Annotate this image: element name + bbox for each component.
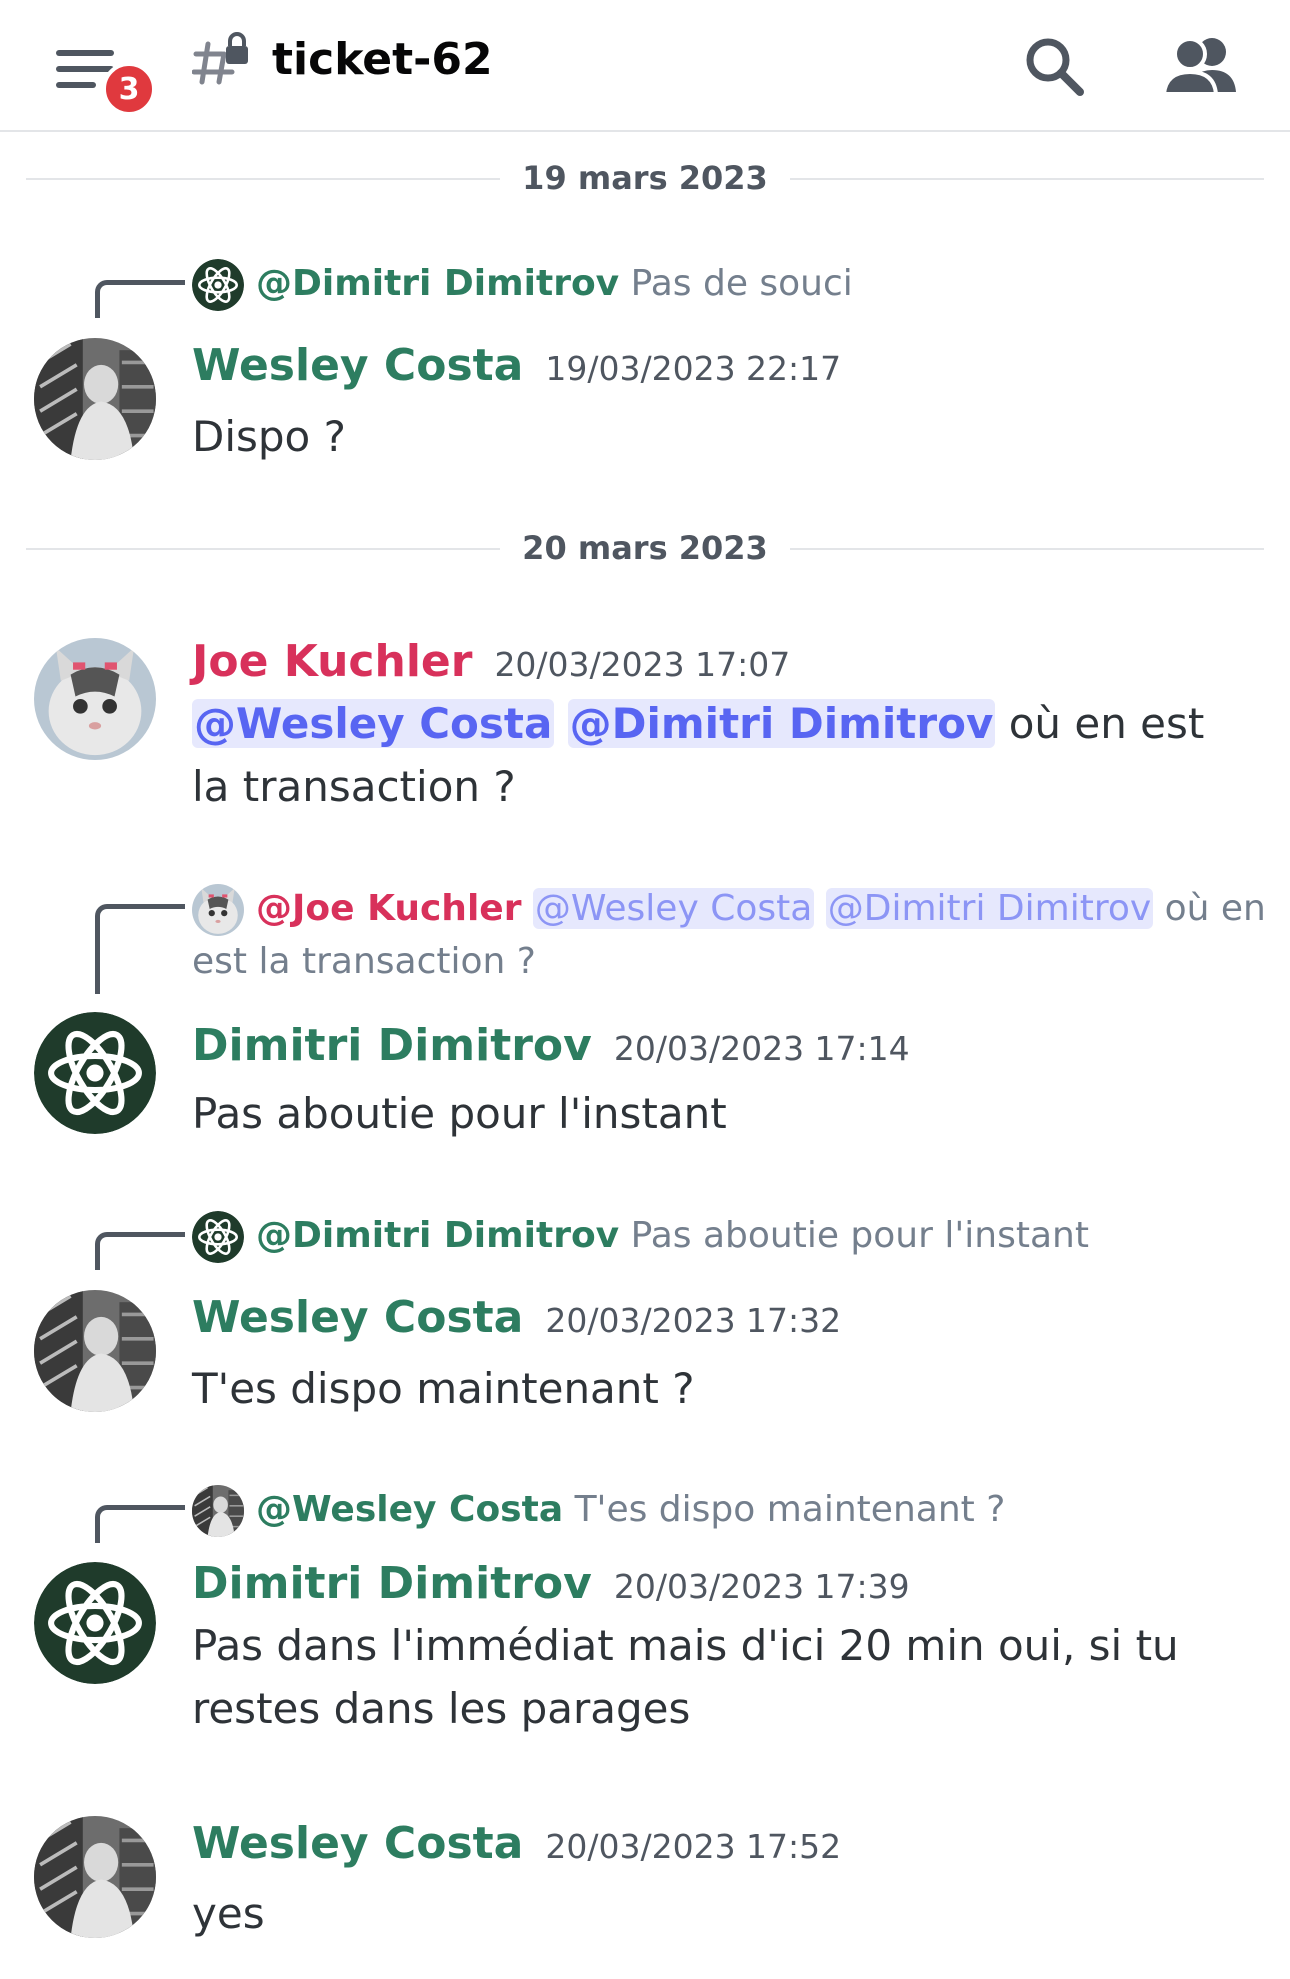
reply-preview[interactable]: @Joe Kuchler @Wesley Costa @Dimitri Dimi… xyxy=(192,883,1270,988)
reply-text: T'es dispo maintenant ? xyxy=(574,1489,1006,1530)
message-author[interactable]: Dimitri Dimitrov 20/03/2023 17:14 xyxy=(192,1018,910,1077)
search-icon[interactable] xyxy=(1020,32,1090,102)
mention-wesley[interactable]: @Wesley Costa xyxy=(192,699,555,748)
date-divider-label: 19 mars 2023 xyxy=(500,159,790,197)
message-author[interactable]: Joe Kuchler 20/03/2023 17:07 xyxy=(192,634,790,693)
message-text: yes xyxy=(192,1889,265,1938)
avatar-dimitri[interactable] xyxy=(34,1012,156,1134)
message-text: T'es dispo maintenant ? xyxy=(192,1364,695,1413)
locked-channel-icon xyxy=(192,32,248,85)
date-divider: 20 mars 2023 xyxy=(26,528,1264,568)
message-author[interactable]: Dimitri Dimitrov 20/03/2023 17:39 xyxy=(192,1556,910,1615)
mention-dimitri[interactable]: @Dimitri Dimitrov xyxy=(567,699,996,748)
channel-header: 3 ticket-62 xyxy=(0,0,1290,132)
date-divider-label: 20 mars 2023 xyxy=(500,529,790,567)
avatar-dimitri[interactable] xyxy=(34,1562,156,1684)
avatar-dimitri-mini xyxy=(192,1211,244,1263)
reply-author[interactable]: @Joe Kuchler xyxy=(256,888,521,929)
avatar-joe[interactable] xyxy=(34,638,156,760)
message-timestamp: 20/03/2023 17:52 xyxy=(545,1827,842,1866)
message-text: Pas aboutie pour l'instant xyxy=(192,1089,727,1138)
message-author[interactable]: Wesley Costa 20/03/2023 17:52 xyxy=(192,1816,841,1875)
avatar-wesley[interactable] xyxy=(34,1816,156,1938)
reply-author[interactable]: @Dimitri Dimitrov xyxy=(256,1215,619,1256)
channel-name: ticket-62 xyxy=(272,34,493,85)
message-timestamp: 20/03/2023 17:32 xyxy=(545,1301,842,1340)
message-timestamp: 20/03/2023 17:39 xyxy=(613,1567,910,1606)
reply-preview[interactable]: @Dimitri Dimitrov Pas aboutie pour l'ins… xyxy=(192,1210,1270,1263)
message-text: Dispo ? xyxy=(192,412,346,461)
reply-text: Pas aboutie pour l'instant xyxy=(630,1215,1089,1256)
message-author[interactable]: Wesley Costa 19/03/2023 22:17 xyxy=(192,338,841,397)
message-author[interactable]: Wesley Costa 20/03/2023 17:32 xyxy=(192,1290,841,1349)
reply-author[interactable]: @Dimitri Dimitrov xyxy=(256,263,619,304)
avatar-dimitri-mini xyxy=(192,259,244,311)
message-text: Pas dans l'immédiat mais d'ici 20 min ou… xyxy=(192,1621,1179,1733)
message-timestamp: 20/03/2023 17:14 xyxy=(613,1029,910,1068)
notification-badge: 3 xyxy=(102,62,156,116)
reply-preview[interactable]: @Wesley Costa T'es dispo maintenant ? xyxy=(192,1484,1270,1537)
avatar-wesley[interactable] xyxy=(34,1290,156,1412)
reply-preview[interactable]: @Dimitri Dimitrov Pas de souci xyxy=(192,258,1270,311)
menu-button[interactable]: 3 xyxy=(52,40,162,120)
reply-text: Pas de souci xyxy=(630,263,853,304)
message-timestamp: 19/03/2023 22:17 xyxy=(545,349,842,388)
date-divider: 19 mars 2023 xyxy=(26,158,1264,198)
reply-author[interactable]: @Wesley Costa xyxy=(256,1489,563,1530)
message-text: @Wesley Costa @Dimitri Dimitrov où en es… xyxy=(192,699,1205,811)
message-timestamp: 20/03/2023 17:07 xyxy=(494,645,791,684)
avatar-wesley-mini xyxy=(192,1485,244,1537)
avatar-wesley[interactable] xyxy=(34,338,156,460)
members-icon[interactable] xyxy=(1160,32,1240,102)
avatar-joe-mini xyxy=(192,884,244,936)
